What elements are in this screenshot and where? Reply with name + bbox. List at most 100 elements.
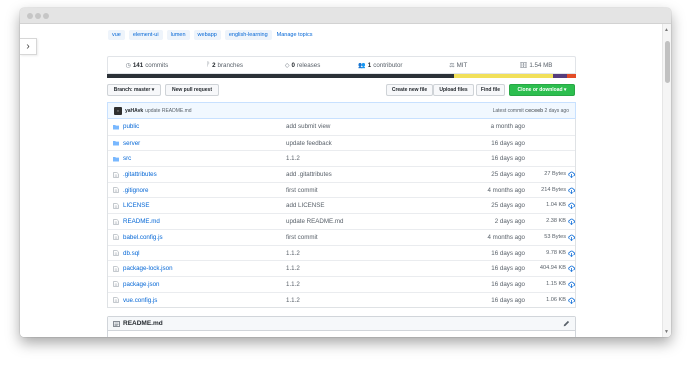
language-segment[interactable] [566,74,576,78]
new-pull-request-button[interactable]: New pull request [165,84,219,96]
topic-tag[interactable]: lumen [166,30,190,40]
minimize-window-dot[interactable] [35,13,41,19]
branch-icon: ᚹ [206,62,211,68]
cloud-download-icon[interactable] [568,218,575,226]
pencil-icon[interactable] [563,320,570,327]
cloud-download-icon[interactable] [568,187,575,194]
commit-message-link[interactable]: 1.1.2 [286,265,300,272]
file-row[interactable]: babel.config.js first commit 4 months ago 5… [108,228,575,245]
commit-message-link[interactable]: update feedback [286,140,332,147]
scroll-up-arrow-icon[interactable]: ▲ [664,27,669,33]
cloud-download-icon[interactable] [568,250,575,257]
commit-message-link[interactable]: 1.1.2 [286,155,300,162]
scroll-down-arrow-icon[interactable]: ▼ [664,329,669,335]
language-segment[interactable] [454,74,553,78]
commit-message-link[interactable]: first commit [286,234,318,241]
close-window-dot[interactable] [27,13,33,19]
file-size: 53 Bytes [544,233,566,240]
commit-message-link[interactable]: 1.1.2 [286,281,300,288]
commit-message-link[interactable]: update README.md [286,218,343,225]
file-row[interactable]: .gitattributes add .gitattributes 25 days … [108,166,575,182]
topic-tag[interactable]: element-ui [128,30,163,40]
commit-age: 16 days ago [491,265,525,273]
file-row[interactable]: public add submit view a month ago [108,119,575,135]
file-icon [113,234,119,241]
cloud-download-icon[interactable] [568,281,575,288]
commit-message-link[interactable]: first commit [286,187,318,194]
file-row[interactable]: package-lock.json 1.1.2 16 days ago 404.94 … [108,260,575,276]
file-icon [113,281,119,288]
commit-message-link[interactable]: add submit view [286,123,330,130]
file-row[interactable]: .gitignore first commit 4 months ago 214 By… [108,181,575,198]
topic-tag[interactable]: webapp [193,30,221,40]
cloud-download-icon[interactable] [568,171,575,179]
file-size: 2.38 KB [546,218,566,225]
scrollbar-thumb[interactable] [665,41,670,83]
file-name-link[interactable]: package.json [123,281,159,288]
vertical-scrollbar[interactable]: ▲ ▼ [662,24,671,337]
commit-message-link[interactable]: 1.1.2 [286,297,300,304]
cloud-download-icon[interactable] [568,265,575,273]
file-row[interactable]: README.md update README.md 2 days ago 2.38 … [108,213,575,229]
chevron-right-icon: › [26,41,30,52]
create-new-file-button[interactable]: Create new file [386,84,433,96]
latest-commit-bar: ▪ yaHAvk update README.md Latest commit … [107,102,576,118]
avatar[interactable]: ▪ [114,106,122,115]
file-name-link[interactable]: server [123,140,140,147]
file-name-link[interactable]: .gitattributes [123,171,157,178]
tag-icon: ◇ [284,62,290,69]
commit-message[interactable]: update README.md [145,108,191,114]
commits-link[interactable]: ◷ 141 commits [108,57,186,73]
file-row[interactable]: db.sql 1.1.2 16 days ago 9.78 KB [108,244,575,261]
file-icon [113,171,119,178]
topic-tag[interactable]: english-learning [224,30,272,40]
maximize-window-dot[interactable] [43,13,49,19]
people-icon: 👥 [358,62,366,69]
file-row[interactable]: vue.config.js 1.1.2 16 days ago 1.06 KB [108,291,575,308]
commit-message-link[interactable]: add LICENSE [286,202,325,209]
commit-message-link[interactable]: 1.1.2 [286,250,300,257]
file-name-link[interactable]: babel.config.js [123,234,163,241]
file-list: public add submit view a month ago server up… [107,118,576,309]
file-row[interactable]: package.json 1.1.2 16 days ago 1.15 KB [108,275,575,292]
cloud-download-icon[interactable] [568,202,575,210]
file-row[interactable]: src 1.1.2 16 days ago [108,150,575,166]
file-name-link[interactable]: README.md [123,218,160,225]
commit-age: 4 months ago [487,186,526,194]
commit-age: a month ago [490,123,525,130]
commit-author[interactable]: yaHAvk [125,108,143,114]
branches-link[interactable]: ᚹ 2 branches [186,57,264,73]
commit-age: 2 days ago [494,218,525,226]
license-link[interactable]: ⚖ MIT [419,57,497,73]
readme-header: README.md [108,317,575,331]
upload-files-button[interactable]: Upload files [433,84,474,96]
sidebar-toggle-button[interactable]: › [20,38,37,55]
branch-select-button[interactable]: Branch: master ▾ [107,84,161,96]
language-segment[interactable] [107,74,455,78]
clone-download-button[interactable]: Clone or download ▾ [509,84,575,96]
file-name-link[interactable]: LICENSE [123,202,149,209]
file-name-link[interactable]: .gitignore [123,187,148,194]
file-size: 9.78 KB [546,249,566,256]
cloud-download-icon[interactable] [568,234,575,241]
file-row[interactable]: LICENSE add LICENSE 25 days ago 1.04 KB [108,197,575,213]
file-name-link[interactable]: vue.config.js [123,297,157,304]
releases-link[interactable]: ◇ 0 releases [264,57,342,73]
file-name-link[interactable]: public [123,123,139,130]
topic-tag[interactable]: vue [108,30,125,40]
commit-message-link[interactable]: add .gitattributes [286,171,332,178]
file-row[interactable]: server update feedback 16 days ago [108,134,575,151]
commit-age: 16 days ago [491,249,525,257]
contributors-link[interactable]: 👥 1 contributor [341,57,419,73]
file-name-link[interactable]: package-lock.json [123,265,173,272]
cloud-download-icon[interactable] [568,297,575,304]
commit-age: 16 days ago [491,296,525,304]
file-name-link[interactable]: src [123,155,131,162]
file-name-link[interactable]: db.sql [123,250,140,257]
manage-topics-link[interactable]: Manage topics [277,32,313,38]
commit-sha[interactable]: ceceeb [525,108,543,114]
language-bar[interactable] [107,74,576,78]
readme-box: README.md [107,316,576,337]
language-segment[interactable] [552,74,567,78]
find-file-button[interactable]: Find file [476,84,505,96]
